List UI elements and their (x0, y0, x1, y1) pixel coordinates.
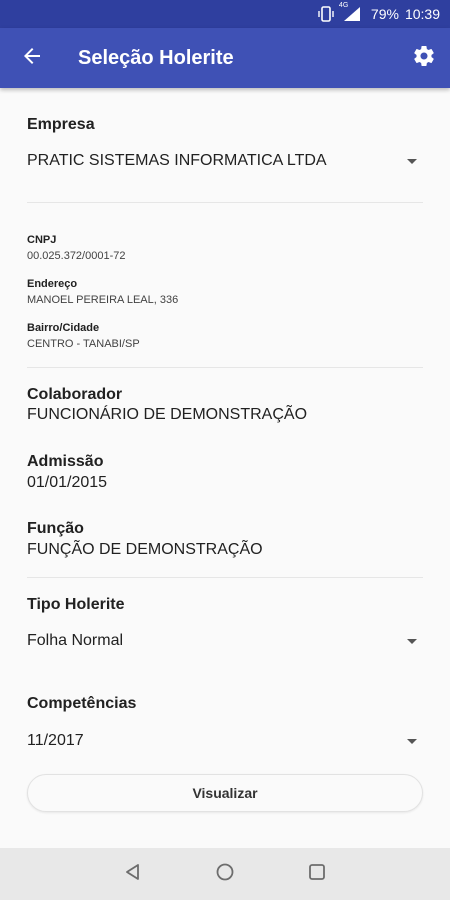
cnpj-value: 00.025.372/0001-72 (27, 250, 126, 262)
admissao-value: 01/01/2015 (27, 474, 108, 491)
cnpj-label: CNPJ (27, 234, 57, 246)
arrow-back-icon (22, 46, 42, 71)
tipo-holerite-selected: Folha Normal (27, 632, 124, 649)
bairro-label: Bairro/Cidade (27, 322, 100, 334)
settings-button[interactable] (398, 28, 450, 88)
empresa-select[interactable]: PRATIC SISTEMAS INFORMATICA LTDA (27, 145, 423, 177)
status-bar: 4G 79% 10:39 (0, 0, 450, 28)
nav-back-button[interactable] (87, 848, 179, 900)
battery-percent: 79% (370, 6, 399, 22)
back-button[interactable] (0, 28, 64, 88)
vibrate-icon (317, 6, 335, 22)
endereco-label: Endereço (27, 278, 78, 290)
colaborador-value: FUNCIONÁRIO DE DEMONSTRAÇÃO (27, 406, 308, 423)
nav-recents-button[interactable] (271, 848, 363, 900)
dropdown-arrow-icon (407, 158, 417, 164)
divider (27, 367, 423, 368)
form-content: Empresa PRATIC SISTEMAS INFORMATICA LTDA… (0, 88, 450, 848)
funcao-label: Função (27, 520, 84, 537)
funcao-value: FUNÇÃO DE DEMONSTRAÇÃO (27, 541, 263, 558)
divider (27, 577, 423, 578)
visualizar-button[interactable]: Visualizar (27, 774, 423, 812)
network-type: 4G (338, 2, 349, 9)
tipo-holerite-label: Tipo Holerite (27, 596, 125, 613)
nav-recents-icon (307, 862, 327, 887)
clock: 10:39 (404, 6, 440, 22)
gear-icon (412, 44, 436, 73)
signal-icon: 4G (339, 2, 361, 22)
empresa-label: Empresa (27, 116, 95, 133)
colaborador-label: Colaborador (27, 386, 123, 403)
competencias-selected: 11/2017 (27, 732, 84, 749)
admissao-label: Admissão (27, 453, 104, 470)
tipo-holerite-select[interactable]: Folha Normal (27, 625, 423, 657)
dropdown-arrow-icon (407, 738, 417, 744)
nav-home-button[interactable] (179, 848, 271, 900)
competencias-label: Competências (27, 695, 137, 712)
app-bar: Seleção Holerite (0, 28, 450, 88)
page-title: Seleção Holerite (78, 46, 234, 69)
divider (27, 202, 423, 203)
system-nav-bar (0, 848, 450, 900)
bairro-value: CENTRO - TANABI/SP (27, 338, 140, 350)
competencias-select[interactable]: 11/2017 (27, 725, 423, 757)
nav-back-icon (123, 862, 143, 887)
endereco-value: MANOEL PEREIRA LEAL, 336 (27, 294, 179, 306)
empresa-selected: PRATIC SISTEMAS INFORMATICA LTDA (27, 152, 327, 169)
dropdown-arrow-icon (407, 638, 417, 644)
nav-home-icon (215, 862, 235, 887)
